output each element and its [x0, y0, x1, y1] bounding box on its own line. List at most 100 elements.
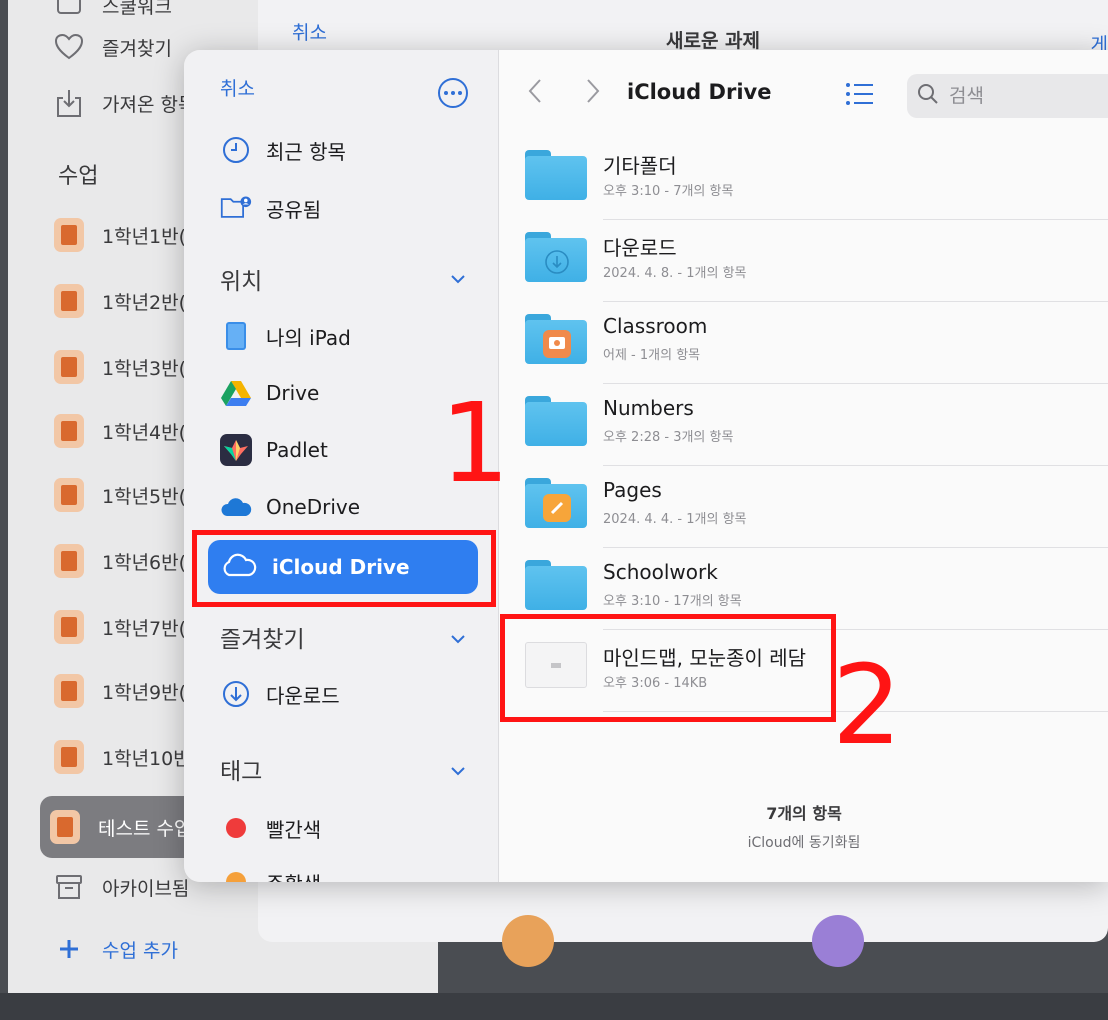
chevron-down-icon[interactable] — [450, 630, 466, 649]
sidebar-item-top: 스쿨워크 — [54, 0, 172, 20]
tag-orange[interactable]: 주황색 — [220, 866, 321, 882]
download-icon — [543, 248, 571, 276]
classroom-app-icon — [543, 330, 571, 358]
tag-label: 주황색 — [266, 868, 321, 883]
book-icon — [54, 740, 84, 774]
red-tag-icon — [220, 812, 252, 844]
annotation-box-1 — [192, 530, 496, 607]
favorites-heading: 즐겨찾기 — [220, 627, 305, 653]
list-view-icon[interactable] — [845, 82, 875, 110]
book-icon — [54, 610, 84, 644]
sidebar-item-label: 다운로드 — [266, 683, 340, 708]
sidebar-item-ipad[interactable]: 나의 iPad — [220, 320, 351, 352]
sidebar-item-label: 최근 항목 — [266, 139, 346, 164]
sidebar-item-label: 공유됨 — [266, 197, 322, 222]
padlet-icon — [220, 434, 252, 466]
sidebar-item-recents[interactable]: 최근 항목 — [220, 134, 346, 166]
file-row[interactable]: Numbers 오후 2:28 - 3개의 항목 — [499, 384, 1108, 466]
section-heading: 수업 — [58, 164, 99, 189]
annotation-number-1: 1 — [440, 379, 510, 507]
background-decoration — [502, 915, 554, 967]
sidebar-item-favorites[interactable]: 즐겨찾기 — [54, 32, 172, 62]
file-meta: 오후 2:28 - 3개의 항목 — [603, 430, 734, 445]
file-meta: 2024. 4. 8. - 1개의 항목 — [603, 266, 747, 281]
sidebar-item-archived[interactable]: 아카이브됨 — [54, 872, 189, 902]
location-title: iCloud Drive — [627, 80, 772, 104]
sidebar-item-label: 나의 iPad — [266, 325, 351, 350]
class-item[interactable]: 1학년10반 — [54, 740, 191, 774]
class-label: 1학년10반 — [102, 747, 191, 770]
class-item[interactable]: 1학년3반( — [54, 350, 186, 384]
book-icon — [54, 218, 84, 252]
sidebar-item-downloads[interactable]: 다운로드 — [220, 678, 340, 710]
picker-cancel-button[interactable]: 취소 — [220, 74, 255, 101]
archive-icon — [54, 872, 84, 902]
sidebar-item-shared[interactable]: 공유됨 — [220, 192, 321, 224]
file-row[interactable]: Classroom 어제 - 1개의 항목 — [499, 302, 1108, 384]
sidebar-item-padlet[interactable]: Padlet — [220, 434, 328, 466]
chevron-down-icon[interactable] — [450, 270, 466, 289]
file-name: 다운로드 — [603, 236, 677, 260]
file-meta: 2024. 4. 4. - 1개의 항목 — [603, 512, 747, 527]
class-label: 1학년3반( — [102, 357, 187, 380]
folder-icon — [525, 396, 587, 448]
class-item[interactable]: 1학년6반( — [54, 544, 186, 578]
sidebar-item-label: Drive — [266, 381, 320, 405]
book-icon — [54, 350, 84, 384]
pages-app-icon — [543, 494, 571, 522]
book-icon — [54, 478, 84, 512]
class-item[interactable]: 1학년7반( — [54, 610, 186, 644]
shared-folder-icon — [220, 192, 252, 224]
class-label: 1학년1반( — [102, 225, 187, 248]
sheet-title: 새로운 과제 — [666, 30, 761, 52]
class-item[interactable]: 1학년9반( — [54, 674, 186, 708]
file-row[interactable]: 다운로드 2024. 4. 8. - 1개의 항목 — [499, 220, 1108, 302]
ipad-icon — [220, 320, 252, 352]
sidebar-item-imported[interactable]: 가져온 항목 — [54, 88, 195, 118]
more-icon[interactable] — [438, 78, 468, 108]
sheet-cancel-button[interactable]: 취소 — [292, 18, 327, 45]
file-name: Numbers — [603, 396, 694, 420]
search-field[interactable] — [907, 74, 1108, 118]
onedrive-icon — [220, 491, 252, 523]
class-label: 1학년5반( — [102, 485, 187, 508]
orange-tag-icon — [220, 866, 252, 882]
tag-red[interactable]: 빨간색 — [220, 812, 321, 844]
file-picker: 취소 최근 항목 공유됨 위치 나의 iPad Drive Padlet One… — [184, 50, 1108, 882]
class-label: 1학년7반( — [102, 617, 187, 640]
chevron-down-icon[interactable] — [450, 762, 466, 781]
sidebar-item-label: OneDrive — [266, 495, 361, 519]
file-row[interactable]: Pages 2024. 4. 4. - 1개의 항목 — [499, 466, 1108, 548]
forward-icon[interactable] — [585, 78, 601, 108]
class-item[interactable]: 1학년2반( — [54, 284, 186, 318]
class-item[interactable]: 1학년4반( — [54, 414, 186, 448]
search-input[interactable] — [947, 84, 1101, 108]
sidebar-item-drive[interactable]: Drive — [220, 377, 319, 409]
downloads-folder-icon — [525, 232, 587, 284]
tags-heading: 태그 — [220, 759, 263, 785]
class-item[interactable]: 1학년5반( — [54, 478, 186, 512]
sidebar-item-label: 스쿨워크 — [102, 0, 172, 18]
item-count: 7개의 항목 — [766, 804, 842, 823]
file-row[interactable]: 기타폴더 오후 3:10 - 7개의 항목 — [499, 138, 1108, 220]
classroom-folder-icon — [525, 314, 587, 366]
class-label: 테스트 수업 — [98, 817, 192, 840]
file-meta: 오후 3:10 - 17개의 항목 — [603, 594, 742, 609]
book-icon — [54, 674, 84, 708]
sidebar-item-onedrive[interactable]: OneDrive — [220, 491, 360, 523]
download-icon — [220, 678, 252, 710]
class-item[interactable]: 1학년1반( — [54, 218, 186, 252]
background-decoration — [812, 915, 864, 967]
picker-main: iCloud Drive 기타폴더 오후 3:10 - 7개의 항목 — [498, 50, 1108, 882]
folder-icon — [525, 560, 587, 612]
book-icon — [50, 810, 80, 844]
file-meta: 어제 - 1개의 항목 — [603, 348, 701, 363]
sidebar-item-label: Padlet — [266, 438, 328, 462]
file-name: Pages — [603, 478, 662, 502]
back-icon[interactable] — [527, 78, 543, 108]
google-drive-icon — [220, 377, 252, 409]
add-class-button[interactable]: 수업 추가 — [54, 934, 178, 964]
file-name: Classroom — [603, 314, 708, 338]
file-meta: 오후 3:10 - 7개의 항목 — [603, 184, 734, 199]
file-name: Schoolwork — [603, 560, 718, 584]
